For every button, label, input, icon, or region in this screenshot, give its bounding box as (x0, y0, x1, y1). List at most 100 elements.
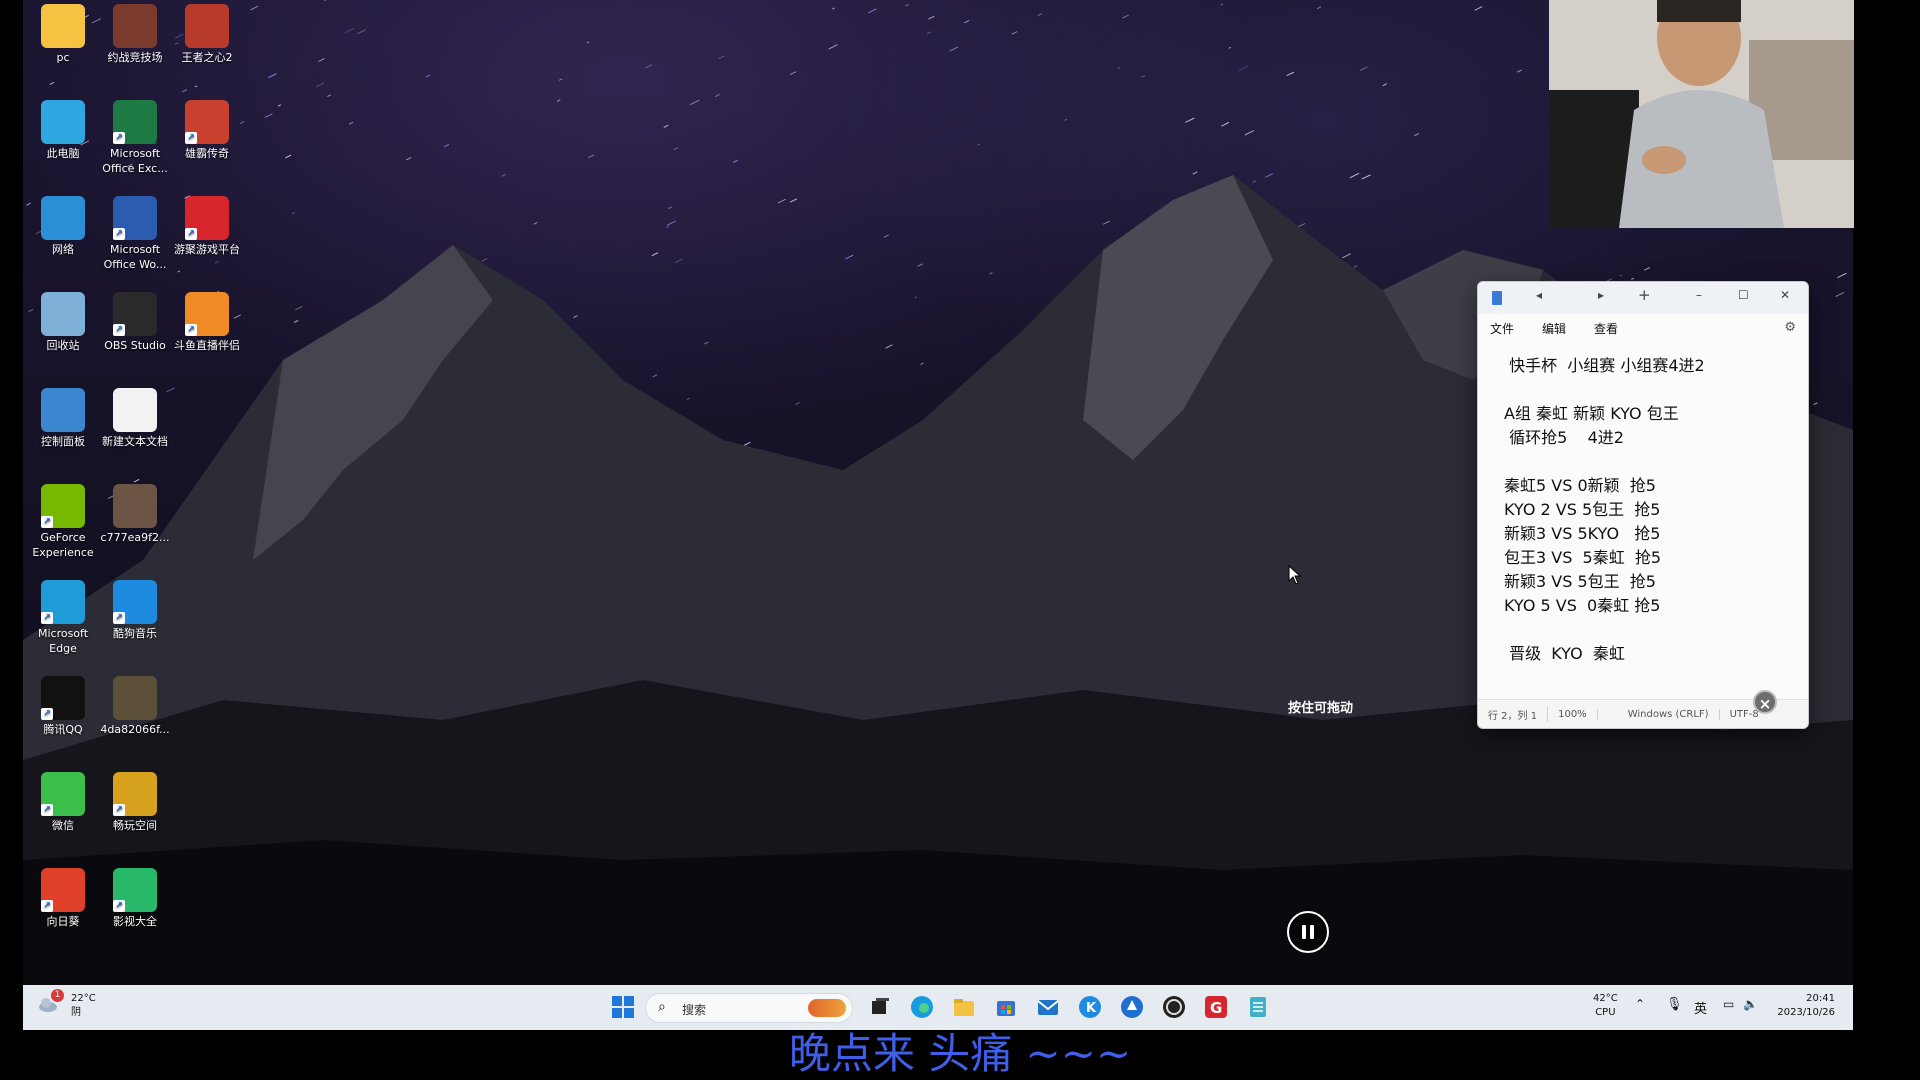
desktop-icon-label: 影视大全 (113, 915, 157, 928)
webcam-person-image (1549, 0, 1854, 228)
desktop-icon-obs-10[interactable]: ↗ OBS Studio (99, 288, 171, 353)
network-icon[interactable]: ▭ (1723, 997, 1734, 1011)
desktop-icon-nvidia-14[interactable]: ↗ GeForce Experience (27, 480, 99, 560)
desktop-icon-label: 腾讯QQ (43, 723, 83, 736)
notepad-icon (1492, 291, 1502, 305)
desktop-icon-network-6[interactable]: 网络 (27, 192, 99, 257)
desktop-icon-game-21[interactable]: ↗ 畅玩空间 (99, 768, 171, 833)
desktop-icon-video-23[interactable]: ↗ 影视大全 (99, 864, 171, 929)
app-icon[interactable] (1119, 994, 1145, 1020)
desktop-icon-game-1[interactable]: 约战竞技场 (99, 0, 171, 65)
sunflower-icon: ↗ (41, 868, 85, 912)
desktop-icon-label: 游聚游戏平台 (174, 243, 240, 256)
chevron-up-icon[interactable]: ⌃ (1635, 997, 1645, 1011)
stream-subtitle: 晚点来 头痛 ~~~ (788, 1029, 1132, 1078)
edge-icon[interactable] (909, 994, 935, 1020)
close-icon[interactable]: ✕ (1780, 288, 1790, 302)
search-input[interactable]: ⌕ 搜索 (645, 993, 853, 1023)
desktop-icon-text-file-13[interactable]: 新建文本文档 (99, 384, 171, 449)
text-line: 新颖3 VS 5包王 抢5 (1504, 572, 1656, 591)
desktop-icon-image-file-15[interactable]: c777ea9f2... (99, 480, 171, 545)
desktop-icon-wechat-20[interactable]: ↗ 微信 (27, 768, 99, 833)
pause-button[interactable] (1287, 911, 1329, 953)
desktop-icon-control-panel-12[interactable]: 控制面板 (27, 384, 99, 449)
desktop-icon-label: 网络 (52, 243, 74, 256)
notepad-window[interactable]: ◂ ▸ + – ☐ ✕ 文件 编辑 查看 ⚙ 快手杯 小组赛 小组赛4进2 A组 … (1477, 281, 1809, 729)
cpu-label: CPU (1595, 1007, 1616, 1018)
menu-view[interactable]: 查看 (1594, 320, 1618, 337)
svg-text:G: G (1210, 999, 1222, 1017)
text-line: 快手杯 小组赛 小组赛4进2 (1504, 356, 1705, 375)
wechat-icon: ↗ (41, 772, 85, 816)
obs-icon[interactable] (1161, 994, 1187, 1020)
clock-time: 20:41 (1806, 993, 1835, 1004)
menu-edit[interactable]: 编辑 (1542, 320, 1566, 337)
text-file-icon (113, 388, 157, 432)
nvidia-icon: ↗ (41, 484, 85, 528)
text-line: 秦虹5 VS 0新颖 抢5 (1504, 476, 1656, 495)
desktop-icon-folder-0[interactable]: pc (27, 0, 99, 65)
douyu-icon: ↗ (185, 292, 229, 336)
desktop-icon-game-platform-8[interactable]: ↗ 游聚游戏平台 (171, 192, 243, 257)
clock[interactable]: 20:41 2023/10/26 (1775, 992, 1835, 1020)
notepad-icon[interactable] (1245, 994, 1271, 1020)
desktop-icon-edge-16[interactable]: ↗ Microsoft Edge (27, 576, 99, 656)
maximize-icon[interactable]: ☐ (1738, 288, 1749, 302)
desktop-icon-kugou-17[interactable]: ↗ 酷狗音乐 (99, 576, 171, 641)
cpu-temp-widget[interactable]: 42°C CPU (1593, 992, 1618, 1020)
desktop-icon-label: 畅玩空间 (113, 819, 157, 832)
shortcut-arrow-icon: ↗ (41, 900, 53, 912)
image-file-icon (113, 676, 157, 720)
settings-icon[interactable]: ⚙ (1784, 320, 1796, 335)
desktop-icon-game-5[interactable]: ↗ 雄霸传奇 (171, 96, 243, 161)
desktop-icon-word-7[interactable]: ↗ Microsoft Office Wo... (99, 192, 171, 272)
desktop-icon-sunflower-22[interactable]: ↗ 向日葵 (27, 864, 99, 929)
notepad-text-area[interactable]: 快手杯 小组赛 小组赛4进2 A组 秦虹 新颖 KYO 包王 循环抢5 4进2 秦虹… (1478, 342, 1808, 666)
shortcut-arrow-icon: ↗ (113, 132, 125, 144)
zoom-level[interactable]: 100% (1548, 708, 1598, 720)
desktop-icon-label: pc (56, 51, 70, 64)
notification-badge: 1 (51, 989, 64, 1002)
scroll-left-icon[interactable]: ◂ (1536, 288, 1542, 302)
kugou-icon[interactable]: K (1077, 994, 1103, 1020)
obs-icon: ↗ (113, 292, 157, 336)
desktop-icon-label: GeForce Experience (32, 531, 94, 559)
text-line: 晋级 KYO 秦虹 (1504, 644, 1625, 663)
notepad-titlebar[interactable]: ◂ ▸ + – ☐ ✕ (1478, 282, 1808, 314)
desktop-icon-image-file-19[interactable]: 4da82066f... (99, 672, 171, 737)
desktop-icon-qq-18[interactable]: ↗ 腾讯QQ (27, 672, 99, 737)
mail-icon[interactable] (1035, 994, 1061, 1020)
drag-hint-label: 按住可拖动 (1288, 701, 1354, 716)
file-explorer-icon[interactable] (951, 994, 977, 1020)
desktop-icon-recycle-bin-9[interactable]: 回收站 (27, 288, 99, 353)
microphone-icon[interactable]: 🎙 (1666, 997, 1683, 1012)
desktop-icon-game-2[interactable]: 王者之心2 (171, 0, 243, 65)
start-icon[interactable] (610, 994, 636, 1020)
task-view-icon[interactable] (867, 994, 893, 1020)
desktop-icon-douyu-11[interactable]: ↗ 斗鱼直播伴侣 (171, 288, 243, 353)
desktop-icon-excel-4[interactable]: ↗ Microsoft Office Exc... (99, 96, 171, 176)
game-platform-icon: ↗ (185, 196, 229, 240)
desktop-icon-label: 约战竞技场 (107, 51, 163, 64)
search-icon: ⌕ (658, 999, 666, 1015)
weather-desc: 阴 (71, 1007, 81, 1018)
new-tab-icon[interactable]: + (1638, 286, 1651, 304)
minimize-icon[interactable]: – (1696, 288, 1702, 302)
shortcut-arrow-icon: ↗ (113, 324, 125, 336)
desktop-icon-monitor-3[interactable]: 此电脑 (27, 96, 99, 161)
scroll-right-icon[interactable]: ▸ (1598, 288, 1604, 302)
store-icon[interactable] (993, 994, 1019, 1020)
kugou-icon: ↗ (113, 580, 157, 624)
desktop-icon-label: 斗鱼直播伴侣 (174, 339, 240, 352)
desktop-icon-label: 酷狗音乐 (113, 627, 157, 640)
volume-icon[interactable]: 🔈 (1743, 997, 1758, 1011)
clock-date: 2023/10/26 (1777, 1007, 1835, 1018)
edge-icon: ↗ (41, 580, 85, 624)
menu-file[interactable]: 文件 (1490, 320, 1514, 337)
excel-icon: ↗ (113, 100, 157, 144)
ime-indicator[interactable]: 英 (1694, 998, 1707, 1017)
game-platform-icon[interactable]: G (1203, 994, 1229, 1020)
overlay-close-button[interactable]: × (1753, 690, 1777, 714)
weather-widget[interactable]: 22°C 阴 (71, 992, 96, 1020)
line-ending[interactable]: Windows (CRLF) (1598, 708, 1720, 720)
